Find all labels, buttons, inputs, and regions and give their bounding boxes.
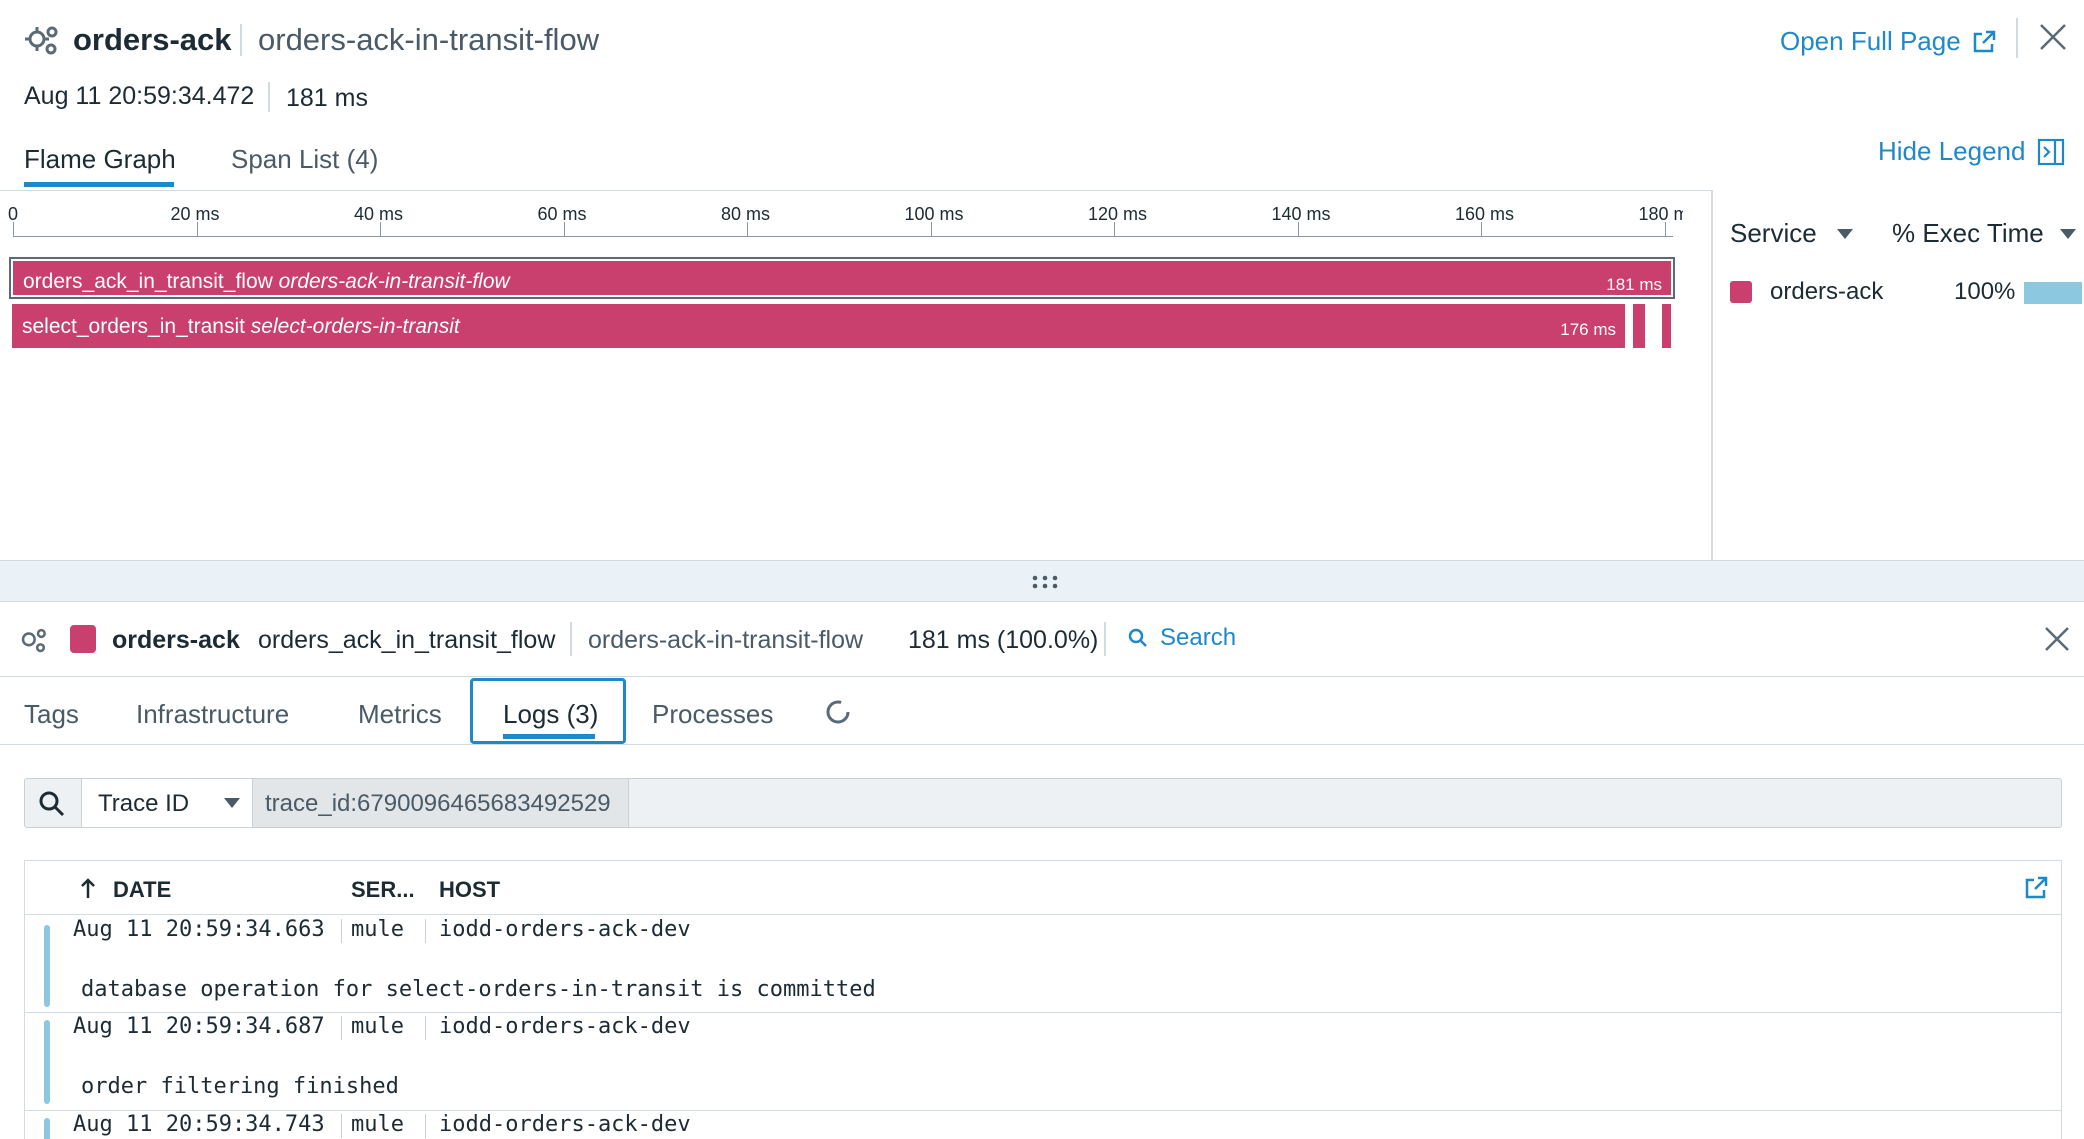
timeline-tick [13, 222, 14, 236]
log-message: database operation for select-orders-in-… [81, 977, 876, 1002]
query-text: trace_id:6790096465683492529 [265, 790, 611, 817]
legend-percent: 100% [1954, 278, 2016, 305]
trace-timestamp: Aug 11 20:59:34.472 [24, 82, 255, 110]
span-bar-small[interactable] [1633, 304, 1645, 348]
legend-service-dropdown[interactable]: Service [1730, 218, 1853, 249]
legend-exec-dropdown[interactable]: % Exec Time [1892, 218, 2076, 249]
timeline-tick-label: 180 m [1638, 204, 1683, 224]
span-duration: 181 ms [1606, 275, 1662, 294]
legend-row[interactable]: orders-ack 100% [1730, 278, 2084, 312]
external-link-icon [1971, 29, 1997, 55]
timeline-tick-label: 100 ms [904, 204, 964, 224]
tab-active-indicator [503, 734, 595, 739]
service-color-swatch [70, 625, 96, 653]
log-status-bar [44, 1118, 50, 1139]
export-link-icon[interactable] [2023, 875, 2049, 901]
timeline-tick-label: 80 ms [721, 204, 771, 224]
caret-down-icon [1836, 228, 1853, 239]
search-icon [1128, 628, 1148, 648]
close-icon[interactable] [2044, 626, 2070, 652]
search-label: Search [1160, 624, 1237, 651]
log-message: order filtering finished [81, 1074, 399, 1099]
exec-time-bar [2024, 282, 2082, 304]
log-date: Aug 11 20:59:34.663 [73, 917, 325, 942]
span-bar-child[interactable]: select_orders_in_transit select-orders-i… [12, 304, 1625, 348]
log-service: mule [351, 1014, 404, 1039]
timeline-tick-label: 60 ms [537, 204, 587, 224]
timeline-axis-line [13, 236, 1673, 237]
table-row[interactable]: Aug 11 20:59:34.687 mule iodd-orders-ack… [25, 1014, 2061, 1111]
span-operation: orders_ack_in_transit_flow [258, 626, 556, 654]
span-label: select_orders_in_transit select-orders-i… [22, 315, 460, 338]
table-header: DATE SER... HOST [25, 861, 2061, 915]
tab-infrastructure[interactable]: Infrastructure [136, 699, 289, 730]
log-service: mule [351, 917, 404, 942]
collapse-panel-icon [2037, 138, 2065, 166]
open-full-page-label: Open Full Page [1780, 26, 1961, 56]
log-service: mule [351, 1112, 404, 1137]
tab-processes[interactable]: Processes [652, 699, 773, 730]
resource-title: orders-ack-in-transit-flow [258, 22, 600, 57]
tab-logs[interactable]: Logs (3) [470, 678, 626, 744]
log-date: Aug 11 20:59:34.743 [73, 1112, 325, 1137]
log-host: iodd-orders-ack-dev [439, 1112, 691, 1137]
open-full-page-link[interactable]: Open Full Page [1780, 26, 1997, 57]
log-query-bar: Trace ID trace_id:6790096465683492529 [24, 778, 2062, 828]
facet-select[interactable]: Trace ID [81, 779, 253, 827]
log-host: iodd-orders-ack-dev [439, 917, 691, 942]
flame-graph [0, 190, 1712, 560]
span-bar-root[interactable]: orders_ack_in_transit_flow orders-ack-in… [13, 261, 1671, 295]
log-status-bar [44, 925, 50, 1007]
tab-span-list[interactable]: Span List (4) [231, 144, 378, 175]
panel-resize-handle[interactable] [0, 560, 2084, 602]
gears-icon [24, 24, 60, 58]
span-duration: 176 ms [1560, 320, 1616, 339]
log-date: Aug 11 20:59:34.687 [73, 1014, 325, 1039]
timeline-tick-label: 20 ms [170, 204, 220, 224]
caret-down-icon [2059, 228, 2076, 239]
legend-service-name: orders-ack [1770, 278, 1884, 305]
gears-icon [18, 626, 48, 656]
tab-tags[interactable]: Tags [24, 699, 79, 730]
tab-active-indicator [24, 182, 174, 187]
span-label: orders_ack_in_transit_flow orders-ack-in… [23, 270, 510, 293]
hide-legend-label: Hide Legend [1878, 136, 2026, 166]
trace-duration: 181 ms [286, 84, 368, 112]
loading-spinner-icon [824, 698, 852, 726]
timeline-tick-label: 120 ms [1088, 204, 1148, 224]
tab-flame-graph[interactable]: Flame Graph [24, 144, 176, 175]
span-service: orders-ack [112, 626, 240, 654]
timeline-tick-label: 40 ms [354, 204, 404, 224]
caret-down-icon [224, 798, 240, 808]
timeline-tick-label: 160 ms [1455, 204, 1515, 224]
log-status-bar [44, 1020, 50, 1104]
query-input[interactable]: trace_id:6790096465683492529 [253, 779, 629, 827]
log-host: iodd-orders-ack-dev [439, 1014, 691, 1039]
legend-exec-label: % Exec Time [1892, 218, 2044, 248]
hide-legend-button[interactable]: Hide Legend [1878, 136, 2065, 167]
facet-label: Trace ID [98, 790, 190, 817]
tab-metrics[interactable]: Metrics [358, 699, 442, 730]
service-color-swatch [1730, 281, 1752, 303]
drag-grip-icon [1032, 575, 1058, 589]
sort-ascending-icon[interactable] [81, 877, 95, 899]
close-icon[interactable] [2038, 22, 2068, 52]
search-icon [39, 791, 65, 817]
legend-service-label: Service [1730, 218, 1817, 248]
tab-logs-label: Logs (3) [503, 699, 599, 729]
column-date[interactable]: DATE [113, 877, 171, 903]
table-row[interactable]: Aug 11 20:59:34.663 mule iodd-orders-ack… [25, 915, 2061, 1013]
span-bar-small[interactable] [1662, 304, 1671, 348]
service-title: orders-ack [73, 22, 232, 57]
span-search-button[interactable]: Search [1128, 624, 1236, 652]
span-duration-pct: 181 ms (100.0%) [908, 626, 1099, 654]
timeline-tick-label: 140 ms [1271, 204, 1331, 224]
table-row[interactable]: Aug 11 20:59:34.743 mule iodd-orders-ack… [25, 1112, 2061, 1139]
span-resource: orders-ack-in-transit-flow [588, 626, 864, 654]
column-host[interactable]: HOST [439, 877, 500, 903]
column-service[interactable]: SER... [351, 877, 415, 903]
